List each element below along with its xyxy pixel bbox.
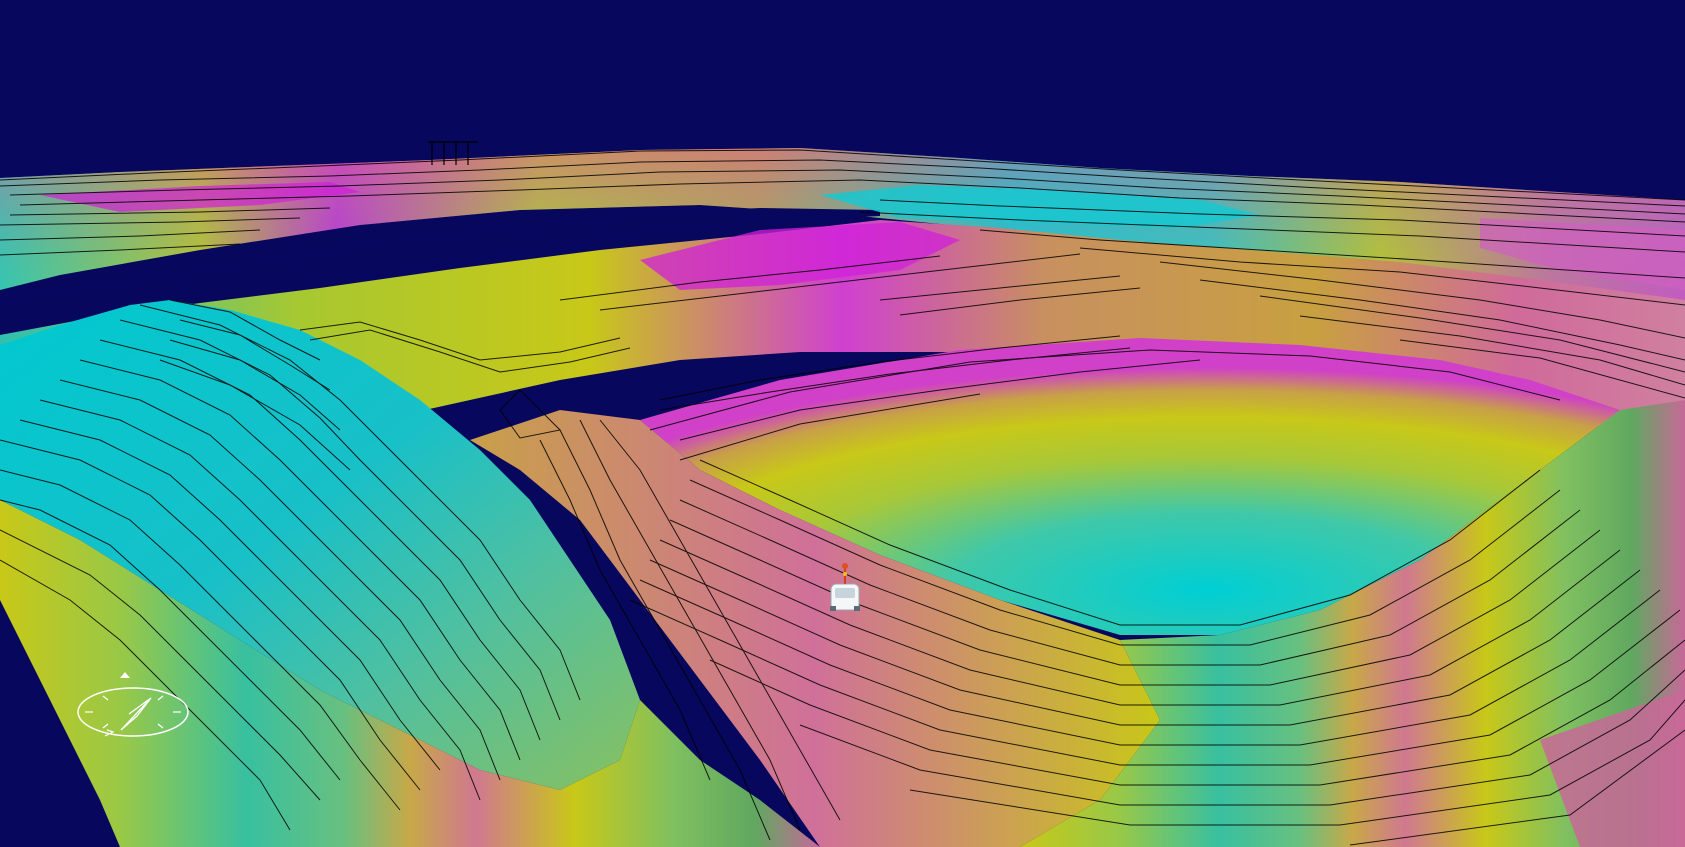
terrain-scene[interactable] (0, 0, 1685, 847)
3d-terrain-viewport[interactable] (0, 0, 1685, 847)
